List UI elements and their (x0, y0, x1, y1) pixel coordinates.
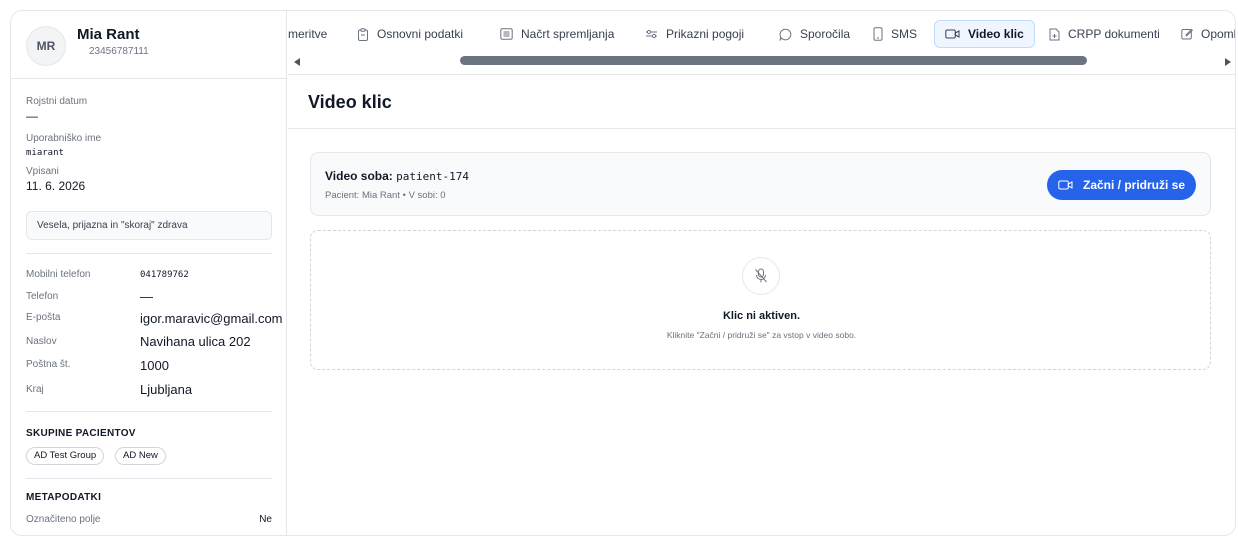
tab-bar: meritve Osnovni podatki Načrt spremljanj… (288, 11, 1235, 75)
video-icon (1058, 180, 1073, 190)
tab-label: Osnovni podatki (377, 27, 464, 41)
tab-sms[interactable]: SMS (873, 20, 917, 48)
mobile-label: Mobilni telefon (26, 269, 91, 280)
edit-icon (1181, 28, 1193, 40)
group-chip[interactable]: AD New (115, 447, 166, 465)
tab-video-klic[interactable]: Video klic (934, 20, 1035, 48)
tab-osnovni-podatki[interactable]: Osnovni podatki (357, 20, 463, 48)
horizontal-scrollbar[interactable] (460, 56, 1087, 65)
tab-nacrt-spremljanja[interactable]: Načrt spremljanja (500, 20, 614, 48)
postal-label: Poštna št. (26, 359, 71, 370)
main-header: Video klic (288, 76, 1235, 129)
metadata-field-value: Ne (259, 514, 272, 525)
room-subtitle: Pacient: Mia Rant • V sobi: 0 (325, 190, 446, 201)
divider (26, 411, 272, 412)
city-value: Ljubljana (140, 382, 193, 397)
call-empty-state: Klic ni aktiven. Kliknite "Začni / pridr… (310, 230, 1211, 370)
address-value: Navihana ulica 202 (140, 334, 251, 349)
tab-label: Video klic (968, 27, 1024, 41)
metadata-title: METAPODATKI (26, 492, 102, 503)
tab-label: Načrt spremljanja (521, 27, 615, 41)
room-label: Video soba: (325, 169, 393, 183)
list-icon (500, 28, 513, 40)
phone-value: — (140, 289, 153, 304)
postal-value: 1000 (140, 358, 169, 373)
patient-groups-title: SKUPINE PACIENTOV (26, 428, 136, 439)
empty-state-title: Klic ni aktiven. (722, 310, 801, 322)
tab-label: CRPP dokumenti (1068, 27, 1160, 41)
enrolled-label: Vpisani (26, 166, 59, 177)
tab-opombe[interactable]: Opomb (1181, 20, 1235, 48)
document-icon (1049, 28, 1060, 40)
video-room-card: Video soba: patient-174 Pacient: Mia Ran… (310, 152, 1211, 216)
mic-off-badge (742, 257, 780, 295)
tab-label: Sporočila (800, 27, 851, 41)
phone-label: Telefon (26, 291, 59, 302)
room-id: patient-174 (396, 170, 469, 183)
mobile-value: 041789762 (140, 270, 189, 280)
tab-label: Prikazni pogoji (666, 27, 745, 41)
scroll-right-arrow-icon[interactable] (1225, 58, 1231, 66)
birth-date-value: — (26, 109, 38, 123)
chat-icon (779, 28, 792, 41)
tab-label: SMS (891, 27, 918, 41)
tab-label: meritve (288, 27, 328, 41)
empty-state-subtitle: Kliknite "Začni / pridruži se" za vstop … (666, 330, 857, 340)
tab-sporocila[interactable]: Sporočila (779, 20, 850, 48)
join-call-label: Začni / pridruži se (1082, 178, 1186, 192)
birth-date-label: Rojstni datum (26, 96, 88, 107)
metadata-field-label: Označiteno polje (26, 514, 101, 525)
enrolled-value: 11. 6. 2026 (26, 179, 86, 193)
city-label: Kraj (26, 384, 44, 395)
page-title: Video klic (308, 92, 392, 112)
video-icon (945, 29, 960, 39)
patient-name: Mia Rant (77, 26, 140, 43)
email-value[interactable]: igor.maravic@gmail.com (140, 311, 283, 326)
avatar: MR (26, 26, 66, 66)
patient-id: 23456787111 (89, 46, 149, 57)
tab-crpp-dokumenti[interactable]: CRPP dokumenti (1049, 20, 1160, 48)
email-label: E-pošta (26, 312, 61, 323)
username-label: Uporabniško ime (26, 133, 102, 144)
mic-off-icon (755, 268, 767, 283)
address-label: Naslov (26, 336, 57, 347)
tab-label: Opomb (1201, 27, 1235, 41)
patient-note: Vesela, prijazna in "skoraj" zdrava (26, 211, 272, 240)
phone-icon (873, 27, 883, 41)
clipboard-icon (358, 27, 368, 41)
join-call-button[interactable]: Začni / pridruži se (1047, 170, 1196, 200)
username-value: miarant (26, 148, 64, 158)
patient-header: MR Mia Rant 23456787111 (11, 11, 286, 79)
app-window: MR Mia Rant 23456787111 Rojstni datum — … (10, 10, 1236, 536)
group-chip[interactable]: AD Test Group (26, 447, 105, 465)
sliders-icon (646, 29, 657, 39)
divider (26, 478, 272, 479)
tab-prikazni-pogoji[interactable]: Prikazni pogoji (645, 20, 744, 48)
patient-sidebar: MR Mia Rant 23456787111 Rojstni datum — … (11, 11, 287, 535)
tab-meritve[interactable]: meritve (288, 20, 327, 48)
scroll-left-arrow-icon[interactable] (294, 58, 300, 66)
room-title: Video soba: patient-174 (325, 169, 469, 183)
divider (26, 253, 272, 254)
